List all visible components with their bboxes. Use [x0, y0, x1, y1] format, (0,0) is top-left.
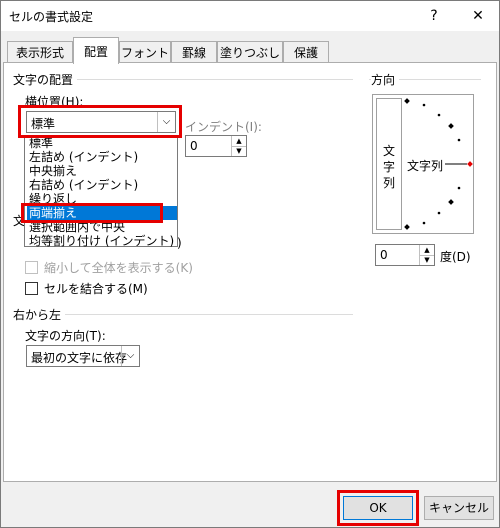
highlight-horizontal-combo [18, 105, 182, 138]
highlight-ok-button [337, 490, 419, 526]
close-icon[interactable]: ✕ [465, 6, 491, 26]
vertical-char: 文 [382, 144, 395, 158]
orientation-box[interactable]: 文 字 列 文字列 [372, 94, 474, 234]
tab-font[interactable]: フォント [119, 41, 171, 63]
list-item[interactable]: 左詰め (インデント) [27, 150, 177, 164]
list-item[interactable]: 右詰め (インデント) [27, 178, 177, 192]
indent-spinner[interactable]: 0 ▲ ▼ [185, 135, 247, 157]
degree-spinner[interactable]: 0 ▲ ▼ [375, 244, 435, 266]
tab-bar: 表示形式 配置 フォント 罫線 塗りつぶし 保護 [1, 31, 499, 64]
tab-fill[interactable]: 塗りつぶし [217, 41, 283, 63]
text-alignment-group-title: 文字の配置 [13, 71, 78, 88]
chevron-down-icon[interactable]: ⌵ [121, 346, 139, 366]
title-bar: セルの書式設定 ? ✕ [1, 1, 499, 31]
text-direction-label: 文字の方向(T): [25, 329, 106, 343]
text-direction-value: 最初の文字に依存 [31, 351, 128, 365]
shrink-label: 縮小して全体を表示する(K) [44, 261, 193, 275]
checkbox-box [25, 261, 38, 274]
degree-value: 0 [380, 248, 388, 262]
merge-cells-checkbox[interactable]: セルを結合する(M) [25, 280, 148, 297]
merge-label: セルを結合する(M) [44, 282, 148, 296]
text-direction-combo[interactable]: 最初の文字に依存 ⌵ [26, 345, 140, 367]
help-icon[interactable]: ? [421, 6, 447, 26]
vertical-char: 字 [382, 160, 395, 174]
rtl-group-title: 右から左 [13, 306, 66, 323]
dialog-title: セルの書式設定 [9, 10, 94, 24]
orientation-group-title: 方向 [371, 71, 400, 88]
vertical-text-button[interactable]: 文 字 列 [376, 98, 402, 230]
horizontal-dropdown-list: 標準 左詰め (インデント) 中央揃え 右詰め (インデント) 繰り返し 両端揃… [24, 135, 178, 248]
tab-number-format[interactable]: 表示形式 [7, 41, 73, 63]
vertical-char: 列 [382, 176, 395, 190]
horizontal-text-sample: 文字列 [407, 159, 444, 173]
indent-value: 0 [190, 139, 198, 153]
spin-down-icon[interactable]: ▼ [231, 146, 246, 156]
list-item[interactable]: 均等割り付け (インデント) [27, 234, 177, 248]
format-cells-dialog: セルの書式設定 ? ✕ 表示形式 配置 フォント 罫線 塗りつぶし 保護 文字の… [0, 0, 500, 528]
checkbox-box [25, 282, 38, 295]
tab-protection[interactable]: 保護 [283, 41, 329, 63]
highlight-selected-option [21, 203, 163, 223]
degree-label: 度(D) [440, 250, 471, 264]
indent-label: インデント(I): [185, 120, 262, 134]
list-item[interactable]: 中央揃え [27, 164, 177, 178]
cancel-button[interactable]: キャンセル [424, 496, 494, 520]
spin-down-icon[interactable]: ▼ [419, 255, 434, 265]
tab-alignment[interactable]: 配置 [73, 37, 119, 64]
tab-border[interactable]: 罫線 [171, 41, 217, 63]
list-item[interactable]: 標準 [27, 136, 177, 150]
shrink-to-fit-checkbox[interactable]: 縮小して全体を表示する(K) [25, 259, 193, 276]
